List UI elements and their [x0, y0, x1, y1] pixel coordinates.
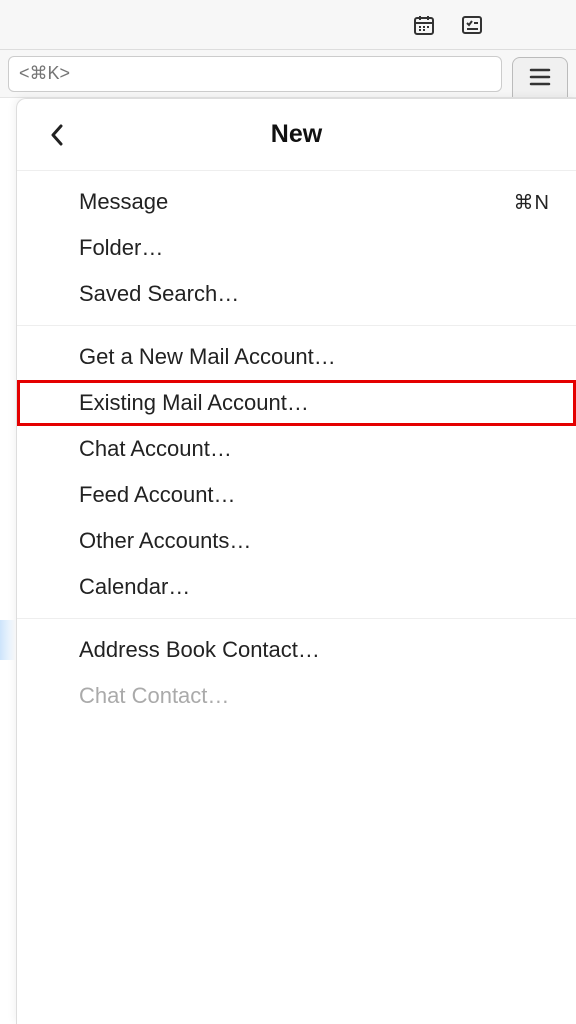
app-menu-button[interactable] — [512, 57, 568, 97]
menu-item-label: Message — [79, 189, 168, 215]
calendar-icon[interactable] — [410, 11, 438, 39]
menu-item-label: Feed Account… — [79, 482, 236, 508]
new-submenu-panel: New Message ⌘N Folder… Saved Search… Get… — [16, 98, 576, 1024]
menu-item-label: Saved Search… — [79, 281, 239, 307]
menu-header: New — [17, 99, 576, 171]
menu-item-label: Calendar… — [79, 574, 190, 600]
menu-item-label: Chat Account… — [79, 436, 232, 462]
menu-section: Get a New Mail Account… Existing Mail Ac… — [17, 326, 576, 619]
menu-section: Message ⌘N Folder… Saved Search… — [17, 171, 576, 326]
menu-item-get-new-mail-account[interactable]: Get a New Mail Account… — [17, 334, 576, 380]
menu-item-saved-search[interactable]: Saved Search… — [17, 271, 576, 317]
menu-item-chat-account[interactable]: Chat Account… — [17, 426, 576, 472]
search-input[interactable] — [8, 56, 502, 92]
menu-item-label: Chat Contact… — [79, 683, 229, 709]
menu-item-calendar[interactable]: Calendar… — [17, 564, 576, 610]
left-edge-strip — [0, 620, 16, 660]
back-button[interactable] — [41, 119, 73, 151]
menu-item-label: Address Book Contact… — [79, 637, 320, 663]
menu-item-existing-mail-account[interactable]: Existing Mail Account… — [17, 380, 576, 426]
menu-item-message[interactable]: Message ⌘N — [17, 179, 576, 225]
menu-body: Message ⌘N Folder… Saved Search… Get a N… — [17, 171, 576, 727]
menu-item-label: Existing Mail Account… — [79, 390, 309, 416]
menu-item-address-book-contact[interactable]: Address Book Contact… — [17, 627, 576, 673]
menu-item-shortcut: ⌘N — [514, 190, 550, 215]
menu-item-folder[interactable]: Folder… — [17, 225, 576, 271]
menu-title: New — [17, 120, 576, 149]
search-row — [0, 50, 576, 98]
menu-item-feed-account[interactable]: Feed Account… — [17, 472, 576, 518]
menu-item-label: Other Accounts… — [79, 528, 251, 554]
tasks-icon[interactable] — [458, 11, 486, 39]
menu-section: Address Book Contact… Chat Contact… — [17, 619, 576, 727]
top-toolbar — [0, 0, 576, 50]
menu-item-other-accounts[interactable]: Other Accounts… — [17, 518, 576, 564]
menu-item-chat-contact: Chat Contact… — [17, 673, 576, 719]
menu-item-label: Folder… — [79, 235, 163, 261]
menu-item-label: Get a New Mail Account… — [79, 344, 336, 370]
